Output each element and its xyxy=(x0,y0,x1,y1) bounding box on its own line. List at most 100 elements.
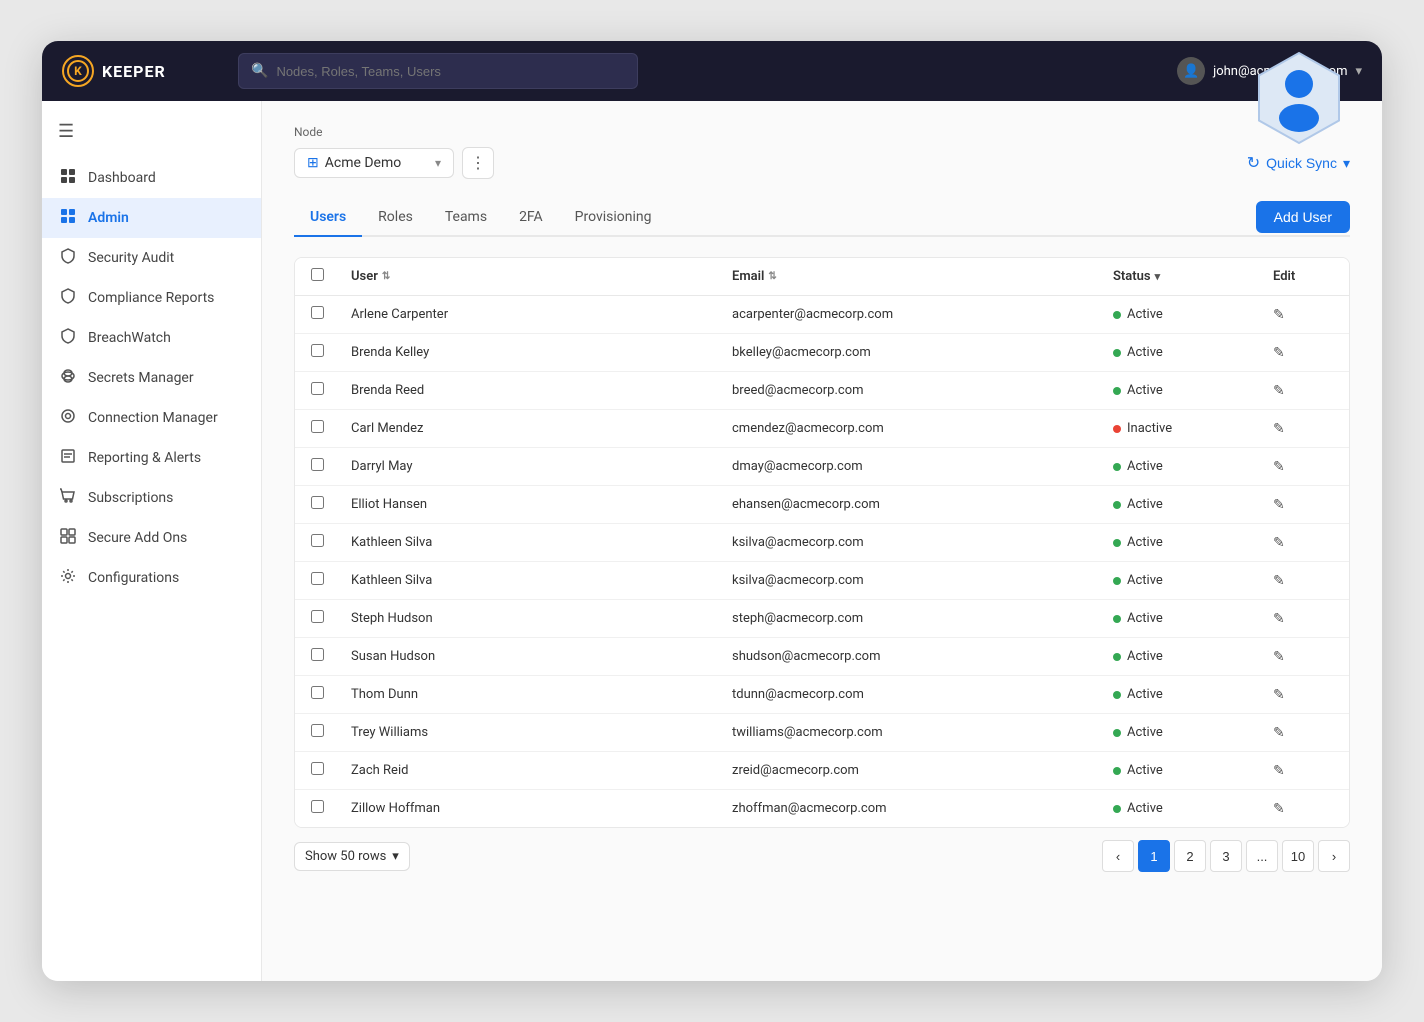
table-row: Thom Dunn tdunn@acmecorp.com Active ✎ xyxy=(295,676,1349,714)
node-selected-value: Acme Demo xyxy=(325,155,402,171)
edit-icon[interactable]: ✎ xyxy=(1273,383,1285,399)
header-email[interactable]: Email ⇅ xyxy=(732,269,1113,284)
edit-icon[interactable]: ✎ xyxy=(1273,687,1285,703)
user-menu-chevron[interactable]: ▾ xyxy=(1355,64,1362,79)
user-name: Arlene Carpenter xyxy=(351,307,732,322)
row-checkbox[interactable] xyxy=(311,572,324,585)
edit-icon[interactable]: ✎ xyxy=(1273,763,1285,779)
hamburger-menu[interactable]: ☰ xyxy=(42,113,261,150)
edit-icon[interactable]: ✎ xyxy=(1273,725,1285,741)
tab-roles[interactable]: Roles xyxy=(362,199,429,237)
sidebar-item-subscriptions[interactable]: Subscriptions xyxy=(42,478,261,518)
sidebar-item-secrets-manager[interactable]: Secrets Manager xyxy=(42,358,261,398)
sidebar-item-admin[interactable]: Admin xyxy=(42,198,261,238)
tab-2fa[interactable]: 2FA xyxy=(503,199,559,237)
row-checkbox[interactable] xyxy=(311,496,324,509)
row-checkbox[interactable] xyxy=(311,306,324,319)
page-2-button[interactable]: 2 xyxy=(1174,840,1206,872)
status-badge: Active xyxy=(1113,763,1273,778)
row-checkbox[interactable] xyxy=(311,762,324,775)
row-checkbox[interactable] xyxy=(311,800,324,813)
sidebar-item-compliance-reports[interactable]: Compliance Reports xyxy=(42,278,261,318)
row-checkbox[interactable] xyxy=(311,382,324,395)
table-row: Kathleen Silva ksilva@acmecorp.com Activ… xyxy=(295,524,1349,562)
rows-per-page-selector[interactable]: Show 50 rows ▾ xyxy=(294,842,410,871)
tab-provisioning[interactable]: Provisioning xyxy=(559,199,668,237)
row-checkbox[interactable] xyxy=(311,458,324,471)
row-checkbox[interactable] xyxy=(311,724,324,737)
search-input[interactable] xyxy=(276,64,625,79)
status-badge: Active xyxy=(1113,801,1273,816)
edit-icon[interactable]: ✎ xyxy=(1273,801,1285,817)
edit-icon[interactable]: ✎ xyxy=(1273,345,1285,361)
status-badge: Active xyxy=(1113,383,1273,398)
row-checkbox[interactable] xyxy=(311,610,324,623)
edit-icon[interactable]: ✎ xyxy=(1273,421,1285,437)
edit-icon[interactable]: ✎ xyxy=(1273,307,1285,323)
edit-icon[interactable]: ✎ xyxy=(1273,535,1285,551)
page-10-button[interactable]: 10 xyxy=(1282,840,1314,872)
status-dot xyxy=(1113,311,1121,319)
row-checkbox[interactable] xyxy=(311,420,324,433)
table-row: Zillow Hoffman zhoffman@acmecorp.com Act… xyxy=(295,790,1349,827)
sidebar-label-secrets-manager: Secrets Manager xyxy=(88,370,194,386)
status-badge: Active xyxy=(1113,535,1273,550)
status-badge: Active xyxy=(1113,649,1273,664)
edit-icon[interactable]: ✎ xyxy=(1273,649,1285,665)
sidebar-item-breachwatch[interactable]: BreachWatch xyxy=(42,318,261,358)
user-name: Zach Reid xyxy=(351,763,732,778)
user-email-cell: ehansen@acmecorp.com xyxy=(732,497,1113,512)
status-dot xyxy=(1113,653,1121,661)
sidebar-label-dashboard: Dashboard xyxy=(88,170,156,186)
search-icon: 🔍 xyxy=(251,63,268,79)
search-bar[interactable]: 🔍 xyxy=(238,53,638,89)
header-email-label: Email xyxy=(732,269,764,284)
edit-icon[interactable]: ✎ xyxy=(1273,611,1285,627)
edit-icon[interactable]: ✎ xyxy=(1273,459,1285,475)
edit-icon[interactable]: ✎ xyxy=(1273,497,1285,513)
sidebar-item-reporting-alerts[interactable]: Reporting & Alerts xyxy=(42,438,261,478)
admin-icon xyxy=(58,208,78,228)
add-user-button[interactable]: Add User xyxy=(1256,201,1350,233)
page-1-button[interactable]: 1 xyxy=(1138,840,1170,872)
user-name: Darryl May xyxy=(351,459,732,474)
row-checkbox[interactable] xyxy=(311,534,324,547)
reporting-icon xyxy=(58,448,78,468)
sidebar-item-configurations[interactable]: Configurations xyxy=(42,558,261,598)
status-filter-icon: ▾ xyxy=(1155,270,1161,283)
header-status[interactable]: Status ▾ xyxy=(1113,269,1273,284)
node-selector[interactable]: ⊞ Acme Demo ▾ xyxy=(294,148,454,178)
edit-icon[interactable]: ✎ xyxy=(1273,573,1285,589)
row-checkbox[interactable] xyxy=(311,686,324,699)
page-prev-button[interactable]: ‹ xyxy=(1102,840,1134,872)
table-row: Arlene Carpenter acarpenter@acmecorp.com… xyxy=(295,296,1349,334)
header-user[interactable]: User ⇅ xyxy=(351,269,732,284)
sidebar-label-configurations: Configurations xyxy=(88,570,179,586)
sidebar-item-dashboard[interactable]: Dashboard xyxy=(42,158,261,198)
status-badge: Active xyxy=(1113,497,1273,512)
quick-sync-icon: ↻ xyxy=(1247,153,1260,173)
sidebar-label-breachwatch: BreachWatch xyxy=(88,330,171,346)
status-dot xyxy=(1113,501,1121,509)
quick-sync-button[interactable]: ↻ Quick Sync ▾ xyxy=(1247,153,1350,173)
top-nav: K KEEPER 🔍 👤 john@acme-demo.com ▾ xyxy=(42,41,1382,101)
user-email-cell: zhoffman@acmecorp.com xyxy=(732,801,1113,816)
page-controls: ‹ 1 2 3 ... 10 › xyxy=(1102,840,1350,872)
user-email-cell: twilliams@acmecorp.com xyxy=(732,725,1113,740)
table-row: Brenda Kelley bkelley@acmecorp.com Activ… xyxy=(295,334,1349,372)
user-name: Brenda Kelley xyxy=(351,345,732,360)
tab-users[interactable]: Users xyxy=(294,199,362,237)
tab-teams[interactable]: Teams xyxy=(429,199,503,237)
row-checkbox[interactable] xyxy=(311,344,324,357)
page-3-button[interactable]: 3 xyxy=(1210,840,1242,872)
sidebar-item-security-audit[interactable]: Security Audit xyxy=(42,238,261,278)
select-all-checkbox[interactable] xyxy=(311,268,324,281)
node-chevron-icon: ▾ xyxy=(435,156,441,170)
page-next-button[interactable]: › xyxy=(1318,840,1350,872)
node-more-options-button[interactable]: ⋮ xyxy=(462,147,494,179)
sidebar-item-secure-add-ons[interactable]: Secure Add Ons xyxy=(42,518,261,558)
user-name: Trey Williams xyxy=(351,725,732,740)
row-checkbox[interactable] xyxy=(311,648,324,661)
header-select xyxy=(311,268,351,285)
sidebar-item-connection-manager[interactable]: Connection Manager xyxy=(42,398,261,438)
